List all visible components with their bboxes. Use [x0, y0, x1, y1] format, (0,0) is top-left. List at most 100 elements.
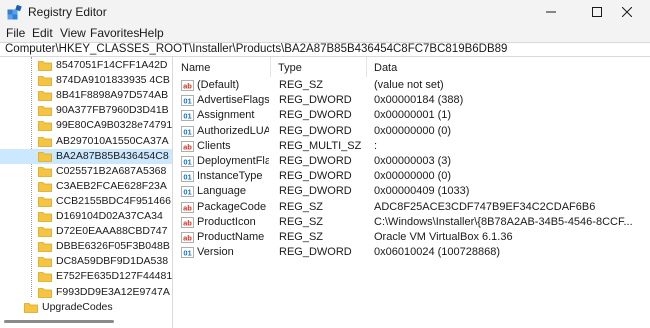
value-name: Assignment [197, 109, 255, 122]
menu-view[interactable]: View [60, 26, 86, 40]
tree-item-label: BA2A87B85B436454C8 [56, 149, 169, 162]
column-header-type[interactable]: Type [271, 57, 367, 77]
tree-item-label: C025571B2A687A5368 [56, 164, 167, 177]
minimize-button[interactable] [528, 0, 574, 24]
folder-icon [38, 181, 52, 192]
address-path[interactable]: Computer\HKEY_CLASSES_ROOT\Installer\Pro… [5, 43, 507, 55]
value-data: 0x00000003 (3) [374, 155, 452, 167]
binary-value-icon: 01 [181, 125, 194, 137]
tree-item-label: AB297010A1550CA37A [56, 134, 169, 147]
column-header-data[interactable]: Data [367, 57, 650, 77]
tree-item[interactable]: DC8A59DBF9D1DA538 [0, 254, 172, 269]
value-row[interactable]: ab (Default) REG_SZ (value not set) [174, 78, 650, 93]
value-name: AuthorizedLUA... [197, 124, 269, 137]
folder-icon [38, 61, 52, 71]
value-data: : [374, 139, 378, 152]
string-value-icon: ab [181, 140, 194, 152]
column-header-data-label: Data [374, 62, 398, 74]
value-name: ProductName [197, 231, 265, 243]
address-bar[interactable]: Computer\HKEY_CLASSES_ROOT\Installer\Pro… [0, 42, 650, 57]
tree-item[interactable]: 99E80CA9B0328e74791 [0, 118, 172, 133]
menu-help[interactable]: Help [139, 26, 164, 40]
tree-item-label: UpgradeCodes [42, 300, 113, 313]
svg-text:ab: ab [183, 203, 192, 212]
value-name: Language [197, 185, 246, 198]
tree-item[interactable]: 8B41F8898A97D574AB [0, 88, 172, 103]
tree-item-label: F993DD9E3A12E9747A [56, 285, 170, 298]
value-row[interactable]: 01 DeploymentFlags REG_DWORD 0x00000003 (3) [174, 154, 650, 169]
value-row[interactable]: 01 InstanceType REG_DWORD 0x00000000 (0) [174, 169, 650, 184]
folder-icon [38, 136, 52, 147]
value-row[interactable]: 01 Version REG_DWORD 0x06010024 (100728868) [174, 245, 650, 260]
menu-bar: File Edit View Favorites Help [0, 24, 650, 42]
value-row[interactable]: 01 AdvertiseFlags REG_DWORD 0x00000184 (388… [174, 93, 650, 108]
tree-item[interactable]: DBBE6326F05F3B048B [0, 239, 172, 254]
value-row[interactable]: ab PackageCode REG_SZ ADC8F25ACE3CDF747B9EF… [174, 200, 650, 215]
menu-favorites[interactable]: Favorites [90, 26, 139, 40]
values-list-pane[interactable]: Name Type Data ab (Default) REG_SZ (value n… [174, 57, 650, 328]
tree-scrollbar-thumb[interactable] [4, 320, 114, 323]
tree-item-label: CCB2155BDC4F951466 [56, 194, 171, 207]
value-row[interactable]: 01 Language REG_DWORD 0x00000409 (1033) [174, 184, 650, 199]
tree-item-label: 99E80CA9B0328e74791 [56, 119, 172, 132]
tree-item-label: D169104D02A37CA34 [56, 210, 163, 222]
folder-icon [38, 242, 52, 253]
value-data: 0x00000184 (388) [374, 94, 464, 107]
tree-item[interactable]: D72E0EAAA88CBD747 [0, 224, 172, 239]
tree-item[interactable]: CCB2155BDC4F951466 [0, 194, 172, 209]
string-value-icon: ab [181, 232, 194, 243]
menu-edit[interactable]: Edit [32, 26, 53, 40]
tree-item-label: 8547051F14CFF1A42D [56, 59, 168, 71]
binary-value-icon: 01 [181, 247, 194, 259]
maximize-icon [592, 7, 602, 17]
menu-file[interactable]: File [6, 26, 25, 40]
folder-icon [38, 166, 52, 177]
value-row[interactable]: ab ProductIcon REG_SZ C:\Windows\Installer\… [174, 215, 650, 230]
folder-icon [38, 287, 52, 298]
tree-item[interactable]: F993DD9E3A12E9747A [0, 285, 172, 300]
value-data: 0x00000000 (0) [374, 124, 452, 137]
tree-horizontal-scrollbar[interactable] [0, 315, 172, 328]
tree-item[interactable]: UpgradeCodes [0, 300, 172, 315]
tree-item[interactable]: D169104D02A37CA34 [0, 209, 172, 224]
tree-item[interactable]: E752FE635D127F44481 [0, 269, 172, 284]
value-type: REG_DWORD [279, 170, 352, 183]
tree-item[interactable]: 8547051F14CFF1A42D [0, 58, 172, 73]
value-row[interactable]: 01 AuthorizedLUA... REG_DWORD 0x00000000 (0… [174, 124, 650, 139]
key-tree-pane[interactable]: 8547051F14CFF1A42D 874DA9101833935 4CB 8B4… [0, 57, 173, 328]
close-button[interactable] [604, 0, 650, 24]
close-icon [622, 7, 632, 17]
tree-item[interactable]: C025571B2A687A5368 [0, 164, 172, 179]
binary-value-icon: 01 [181, 186, 194, 198]
svg-text:ab: ab [183, 234, 192, 243]
svg-text:01: 01 [183, 127, 191, 136]
tree-item[interactable]: AB297010A1550CA37A [0, 134, 172, 149]
value-row[interactable]: ab ProductName REG_SZ Oracle VM VirtualBox … [174, 230, 650, 245]
column-header-name[interactable]: Name [174, 57, 271, 77]
tree-item[interactable]: C3AEB2FCAE628F23A [0, 179, 172, 194]
tree-item-label: E752FE635D127F44481 [56, 270, 172, 283]
tree-item[interactable]: 874DA9101833935 4CB [0, 73, 172, 88]
string-value-icon: ab [181, 216, 194, 228]
minimize-icon [546, 11, 556, 13]
title-bar: Registry Editor [0, 0, 650, 24]
tree-item[interactable]: 90A377FB7960D3D41B [0, 103, 172, 118]
value-data: (value not set) [374, 79, 444, 91]
svg-text:01: 01 [183, 173, 191, 182]
svg-text:01: 01 [183, 97, 191, 106]
column-header-name-label: Name [181, 62, 211, 74]
column-header-type-label: Type [278, 62, 302, 74]
binary-value-icon: 01 [181, 171, 194, 183]
svg-text:ab: ab [183, 218, 192, 227]
value-row[interactable]: 01 Assignment REG_DWORD 0x00000001 (1) [174, 108, 650, 123]
value-type: REG_DWORD [279, 155, 352, 167]
value-data: ADC8F25ACE3CDF747B9EF34C2CDAF6B6 [374, 200, 596, 213]
tree-item-label: D72E0EAAA88CBD747 [56, 225, 168, 238]
value-row[interactable]: ab Clients REG_MULTI_SZ: [174, 139, 650, 154]
tree-item[interactable]: BA2A87B85B436454C8 [0, 148, 172, 164]
folder-icon [38, 227, 52, 237]
folder-icon [38, 151, 52, 162]
folder-icon [38, 257, 52, 268]
string-value-icon: ab [181, 201, 194, 213]
value-name: DeploymentFlags [197, 155, 269, 167]
